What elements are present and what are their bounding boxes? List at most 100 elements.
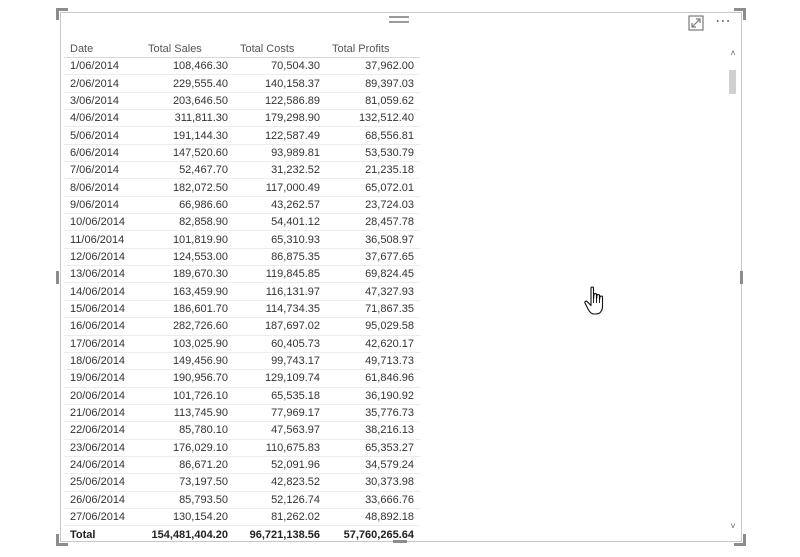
row-costs-cell: 47,563.97 <box>234 421 326 440</box>
table-row: 20/06/2014 101,726.10 65,535.18 36,190.92 <box>64 387 420 405</box>
table-row: 23/06/2014 176,029.10 110,675.83 65,353.27 <box>64 439 420 457</box>
resize-handle-top-right[interactable] <box>734 8 746 20</box>
table-row: 17/06/2014 103,025.90 60,405.73 42,620.17 <box>64 335 420 353</box>
row-date-cell: 21/06/2014 <box>64 404 142 423</box>
table-row: 26/06/2014 85,793.50 52,126.74 33,666.76 <box>64 491 420 509</box>
row-date-cell: 10/06/2014 <box>64 213 142 232</box>
table-row: 27/06/2014 130,154.20 81,262.02 48,892.18 <box>64 508 420 527</box>
row-sales-cell: 101,819.90 <box>142 230 234 249</box>
row-date-cell: 20/06/2014 <box>64 387 142 405</box>
row-date-cell: 22/06/2014 <box>64 421 142 440</box>
row-costs-cell: 110,675.83 <box>234 439 326 457</box>
resize-handle-right[interactable] <box>740 271 743 284</box>
table-row: 11/06/2014 101,819.90 65,310.93 36,508.97 <box>64 230 420 249</box>
row-costs-cell: 129,109.74 <box>234 369 326 388</box>
row-sales-cell: 203,646.50 <box>142 92 234 111</box>
row-date-cell: 18/06/2014 <box>64 352 142 371</box>
total-sales-value: 154,481,404.20 <box>142 525 234 545</box>
row-date-cell: 14/06/2014 <box>64 282 142 301</box>
row-costs-cell: 122,587.49 <box>234 126 326 145</box>
row-costs-cell: 52,091.96 <box>234 456 326 475</box>
more-options-icon[interactable]: ⋯ <box>715 14 732 30</box>
row-costs-cell: 70,504.30 <box>234 57 326 76</box>
row-costs-cell: 93,989.81 <box>234 144 326 163</box>
row-profits-cell: 65,353.27 <box>326 439 420 457</box>
table-row: 2/06/2014 229,555.40 140,158.37 89,397.03 <box>64 74 420 93</box>
column-header-total-profits[interactable]: Total Profits <box>326 41 420 58</box>
row-profits-cell: 37,677.65 <box>326 248 420 267</box>
row-sales-cell: 124,553.00 <box>142 248 234 267</box>
row-profits-cell: 35,776.73 <box>326 404 420 423</box>
row-profits-cell: 36,190.92 <box>326 387 420 405</box>
table-row: 10/06/2014 82,858.90 54,401.12 28,457.78 <box>64 213 420 232</box>
row-costs-cell: 65,535.18 <box>234 387 326 405</box>
row-sales-cell: 103,025.90 <box>142 335 234 353</box>
drag-grip-icon[interactable] <box>389 16 409 24</box>
row-profits-cell: 68,556.81 <box>326 126 420 145</box>
row-sales-cell: 163,459.90 <box>142 282 234 301</box>
row-profits-cell: 37,962.00 <box>326 57 420 76</box>
row-sales-cell: 73,197.50 <box>142 473 234 492</box>
row-profits-cell: 23,724.03 <box>326 196 420 215</box>
row-date-cell: 1/06/2014 <box>64 57 142 76</box>
row-date-cell: 23/06/2014 <box>64 439 142 457</box>
row-profits-cell: 42,620.17 <box>326 335 420 353</box>
row-profits-cell: 89,397.03 <box>326 74 420 93</box>
row-date-cell: 19/06/2014 <box>64 369 142 388</box>
row-costs-cell: 114,734.35 <box>234 300 326 319</box>
row-date-cell: 9/06/2014 <box>64 196 142 215</box>
row-date-cell: 11/06/2014 <box>64 230 142 249</box>
column-header-date[interactable]: Date <box>64 41 142 58</box>
column-header-total-sales[interactable]: Total Sales <box>142 41 234 58</box>
row-profits-cell: 71,867.35 <box>326 300 420 319</box>
total-costs-value: 96,721,138.56 <box>234 525 326 545</box>
row-profits-cell: 36,508.97 <box>326 230 420 249</box>
total-profits-value: 57,760,265.64 <box>326 525 420 545</box>
row-sales-cell: 130,154.20 <box>142 508 234 527</box>
row-costs-cell: 60,405.73 <box>234 335 326 353</box>
total-label: Total <box>64 525 142 545</box>
resize-handle-bottom-right[interactable] <box>734 534 746 546</box>
resize-handle-left[interactable] <box>56 271 59 284</box>
resize-handle-top-left[interactable] <box>56 8 68 20</box>
row-date-cell: 27/06/2014 <box>64 508 142 527</box>
row-profits-cell: 34,579.24 <box>326 456 420 475</box>
table-row: 5/06/2014 191,144.30 122,587.49 68,556.81 <box>64 126 420 145</box>
row-sales-cell: 108,466.30 <box>142 57 234 76</box>
row-sales-cell: 176,029.10 <box>142 439 234 457</box>
row-profits-cell: 69,824.45 <box>326 265 420 284</box>
row-costs-cell: 122,586.89 <box>234 92 326 111</box>
vertical-scrollbar[interactable]: ˄ ˅ <box>727 44 739 531</box>
row-costs-cell: 140,158.37 <box>234 74 326 93</box>
focus-mode-icon[interactable] <box>688 15 704 31</box>
row-date-cell: 15/06/2014 <box>64 300 142 319</box>
row-costs-cell: 116,131.97 <box>234 282 326 301</box>
row-sales-cell: 66,986.60 <box>142 196 234 215</box>
row-profits-cell: 61,846.96 <box>326 369 420 388</box>
table-row: 24/06/2014 86,671.20 52,091.96 34,579.24 <box>64 456 420 475</box>
column-header-total-costs[interactable]: Total Costs <box>234 41 326 58</box>
row-sales-cell: 101,726.10 <box>142 387 234 405</box>
row-date-cell: 4/06/2014 <box>64 109 142 128</box>
table-row: 18/06/2014 149,456.90 99,743.17 49,713.73 <box>64 352 420 371</box>
row-sales-cell: 85,793.50 <box>142 491 234 509</box>
row-sales-cell: 186,601.70 <box>142 300 234 319</box>
row-costs-cell: 54,401.12 <box>234 213 326 232</box>
table-row: 9/06/2014 66,986.60 43,262.57 23,724.03 <box>64 196 420 215</box>
row-costs-cell: 52,126.74 <box>234 491 326 509</box>
row-costs-cell: 187,697.02 <box>234 317 326 336</box>
row-sales-cell: 113,745.90 <box>142 404 234 423</box>
row-profits-cell: 38,216.13 <box>326 421 420 440</box>
row-profits-cell: 28,457.78 <box>326 213 420 232</box>
row-sales-cell: 190,956.70 <box>142 369 234 388</box>
table-row: 14/06/2014 163,459.90 116,131.97 47,327.93 <box>64 282 420 301</box>
row-date-cell: 8/06/2014 <box>64 178 142 197</box>
row-sales-cell: 229,555.40 <box>142 74 234 93</box>
scroll-down-arrow-icon[interactable]: ˅ <box>728 521 738 531</box>
row-profits-cell: 132,512.40 <box>326 109 420 128</box>
scrollbar-thumb[interactable] <box>729 70 736 94</box>
row-profits-cell: 33,666.76 <box>326 491 420 509</box>
row-costs-cell: 42,823.52 <box>234 473 326 492</box>
scroll-up-arrow-icon[interactable]: ˄ <box>728 48 738 58</box>
row-date-cell: 13/06/2014 <box>64 265 142 284</box>
